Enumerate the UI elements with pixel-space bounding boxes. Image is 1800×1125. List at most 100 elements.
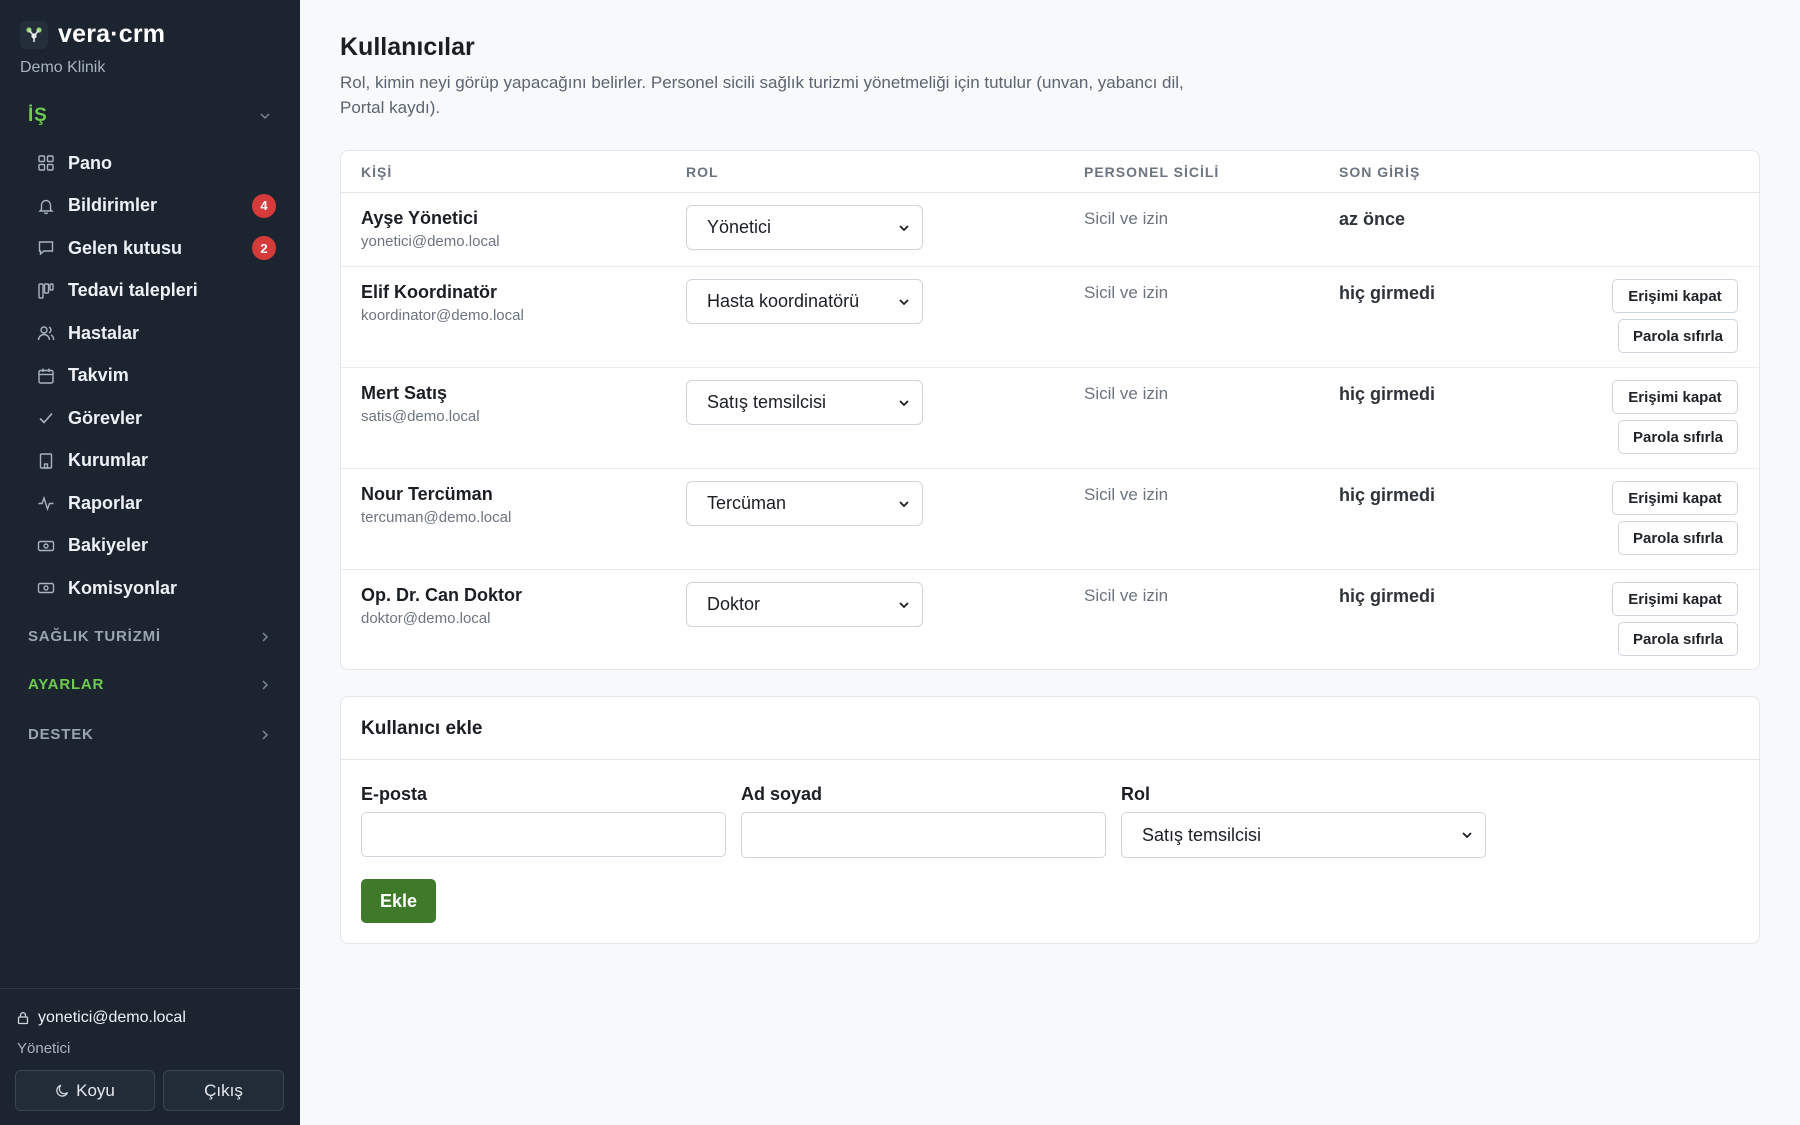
role-select-value: Satış temsilcisi bbox=[707, 392, 827, 412]
chevron-right-icon bbox=[262, 679, 269, 690]
calendar-icon bbox=[36, 366, 56, 386]
role-select[interactable]: Tercüman bbox=[686, 481, 923, 526]
check-icon bbox=[36, 408, 56, 428]
reset-password-button[interactable]: Parola sıfırla bbox=[1618, 521, 1738, 555]
sidebar-item-label: Bildirimler bbox=[68, 195, 158, 216]
user-name: Elif Koordinatör bbox=[361, 282, 497, 302]
theme-toggle-button[interactable]: Koyu bbox=[15, 1070, 155, 1111]
table-row: Mert Satış satis@demo.local Satış temsil… bbox=[341, 368, 1759, 469]
user-name: Nour Tercüman bbox=[361, 484, 493, 504]
table-row: Elif Koordinatör koordinator@demo.local … bbox=[341, 267, 1759, 368]
sidebar: vera·crm Demo Klinik İŞ Pano Bildirimler… bbox=[0, 0, 300, 1125]
logout-button[interactable]: Çıkış bbox=[163, 1070, 284, 1111]
chevron-down-icon bbox=[899, 500, 909, 507]
sidebar-nav: Pano Bildirimler 4 Gelen kutusu 2 Tedavi… bbox=[24, 142, 280, 610]
reset-password-button[interactable]: Parola sıfırla bbox=[1618, 319, 1738, 353]
grid-icon bbox=[36, 153, 56, 173]
column-header-registry: PERSONEL SİCİLİ bbox=[1084, 164, 1220, 180]
user-email: koordinator@demo.local bbox=[361, 307, 524, 324]
add-user-button[interactable]: Ekle bbox=[361, 879, 436, 923]
last-login: hiç girmedi bbox=[1339, 485, 1436, 505]
sidebar-item-label: Gelen kutusu bbox=[68, 237, 183, 258]
reset-password-button[interactable]: Parola sıfırla bbox=[1618, 420, 1738, 454]
banknote-icon bbox=[36, 536, 56, 556]
role-select-value: Hasta koordinatörü bbox=[707, 291, 860, 311]
sidebar-item-label: Tedavi talepleri bbox=[68, 280, 198, 301]
registry-link[interactable]: Sicil ve izin bbox=[1084, 283, 1168, 303]
user-name: Mert Satış bbox=[361, 383, 448, 403]
role-select[interactable]: Yönetici bbox=[686, 205, 923, 250]
sidebar-item-gorevler[interactable]: Görevler bbox=[24, 397, 280, 440]
sidebar-item-komisyonlar[interactable]: Komisyonlar bbox=[24, 567, 280, 610]
sidebar-item-label: Pano bbox=[68, 152, 113, 173]
user-email: doktor@demo.local bbox=[361, 610, 491, 627]
role-select[interactable]: Satış temsilcisi bbox=[686, 380, 923, 425]
brand[interactable]: vera·crm bbox=[20, 20, 165, 49]
nav-group-label: SAĞLIK TURİZMİ bbox=[28, 628, 161, 645]
chat-icon bbox=[36, 238, 56, 258]
column-header-person: KİŞİ bbox=[361, 164, 393, 180]
chevron-down-icon bbox=[899, 224, 909, 231]
table-row: Op. Dr. Can Doktor doktor@demo.local Dok… bbox=[341, 570, 1759, 670]
users-table: KİŞİ ROL PERSONEL SİCİLİ SON GİRİŞ Ayşe … bbox=[340, 150, 1760, 670]
revoke-access-button[interactable]: Erişimi kapat bbox=[1612, 481, 1738, 515]
registry-link[interactable]: Sicil ve izin bbox=[1084, 485, 1168, 505]
sidebar-item-kurumlar[interactable]: Kurumlar bbox=[24, 440, 280, 483]
sidebar-item-tedavi-talepleri[interactable]: Tedavi talepleri bbox=[24, 270, 280, 313]
chevron-down-icon bbox=[1462, 832, 1472, 839]
revoke-access-button[interactable]: Erişimi kapat bbox=[1612, 380, 1738, 414]
nav-group-label: AYARLAR bbox=[28, 676, 105, 693]
chevron-down-icon bbox=[899, 298, 909, 305]
current-user-role: Yönetici bbox=[17, 1040, 71, 1057]
revoke-access-button[interactable]: Erişimi kapat bbox=[1612, 279, 1738, 313]
add-user-form: Kullanıcı ekle E-posta Ad soyad Rol Satı… bbox=[340, 696, 1760, 944]
current-user: yonetici@demo.local bbox=[16, 1009, 186, 1027]
nav-group-saglik-turizmi[interactable]: SAĞLIK TURİZMİ bbox=[28, 628, 272, 645]
sidebar-item-gelen-kutusu[interactable]: Gelen kutusu 2 bbox=[24, 227, 280, 270]
chevron-right-icon bbox=[262, 729, 269, 740]
sidebar-item-label: Komisyonlar bbox=[68, 577, 178, 598]
nav-group-destek[interactable]: DESTEK bbox=[28, 726, 272, 743]
role-select-value: Satış temsilcisi bbox=[1142, 824, 1262, 845]
full-name-label: Ad soyad bbox=[741, 784, 823, 804]
lock-icon bbox=[17, 1012, 29, 1025]
sidebar-item-hastalar[interactable]: Hastalar bbox=[24, 312, 280, 355]
nav-group-label: İŞ bbox=[28, 105, 48, 126]
sidebar-item-bildirimler[interactable]: Bildirimler 4 bbox=[24, 185, 280, 228]
building-icon bbox=[36, 451, 56, 471]
registry-link[interactable]: Sicil ve izin bbox=[1084, 209, 1168, 229]
revoke-access-button[interactable]: Erişimi kapat bbox=[1612, 582, 1738, 616]
last-login: hiç girmedi bbox=[1339, 283, 1436, 303]
user-email: satis@demo.local bbox=[361, 408, 480, 425]
sidebar-item-takvim[interactable]: Takvim bbox=[24, 355, 280, 398]
sidebar-item-bakiyeler[interactable]: Bakiyeler bbox=[24, 525, 280, 568]
sidebar-item-pano[interactable]: Pano bbox=[24, 142, 280, 185]
registry-link[interactable]: Sicil ve izin bbox=[1084, 384, 1168, 404]
registry-link[interactable]: Sicil ve izin bbox=[1084, 586, 1168, 606]
kanban-icon bbox=[36, 281, 56, 301]
reset-password-button[interactable]: Parola sıfırla bbox=[1618, 622, 1738, 656]
users-icon bbox=[36, 323, 56, 343]
role-select[interactable]: Hasta koordinatörü bbox=[686, 279, 923, 324]
table-row: Nour Tercüman tercuman@demo.local Tercüm… bbox=[341, 469, 1759, 570]
last-login: hiç girmedi bbox=[1339, 586, 1436, 606]
last-login: hiç girmedi bbox=[1339, 384, 1436, 404]
full-name-field[interactable] bbox=[741, 812, 1106, 858]
role-select-value: Tercüman bbox=[707, 493, 787, 513]
email-field[interactable] bbox=[361, 812, 726, 857]
new-user-role-select[interactable]: Satış temsilcisi bbox=[1121, 812, 1486, 858]
nav-group-ayarlar[interactable]: AYARLAR bbox=[28, 676, 272, 693]
user-name: Ayşe Yönetici bbox=[361, 208, 479, 228]
sidebar-item-label: Bakiyeler bbox=[68, 535, 149, 556]
page-title: Kullanıcılar bbox=[340, 33, 475, 61]
add-user-header: Kullanıcı ekle bbox=[341, 697, 1759, 760]
role-label: Rol bbox=[1121, 784, 1150, 804]
chevron-down-icon bbox=[260, 113, 270, 120]
nav-group-is[interactable]: İŞ bbox=[28, 105, 272, 127]
role-select[interactable]: Doktor bbox=[686, 582, 923, 627]
chevron-down-icon bbox=[899, 399, 909, 406]
sidebar-item-raporlar[interactable]: Raporlar bbox=[24, 482, 280, 525]
user-email: tercuman@demo.local bbox=[361, 509, 512, 526]
main-content: Kullanıcılar Rol, kimin neyi görüp yapac… bbox=[300, 0, 1800, 1125]
last-login: az önce bbox=[1339, 209, 1406, 229]
